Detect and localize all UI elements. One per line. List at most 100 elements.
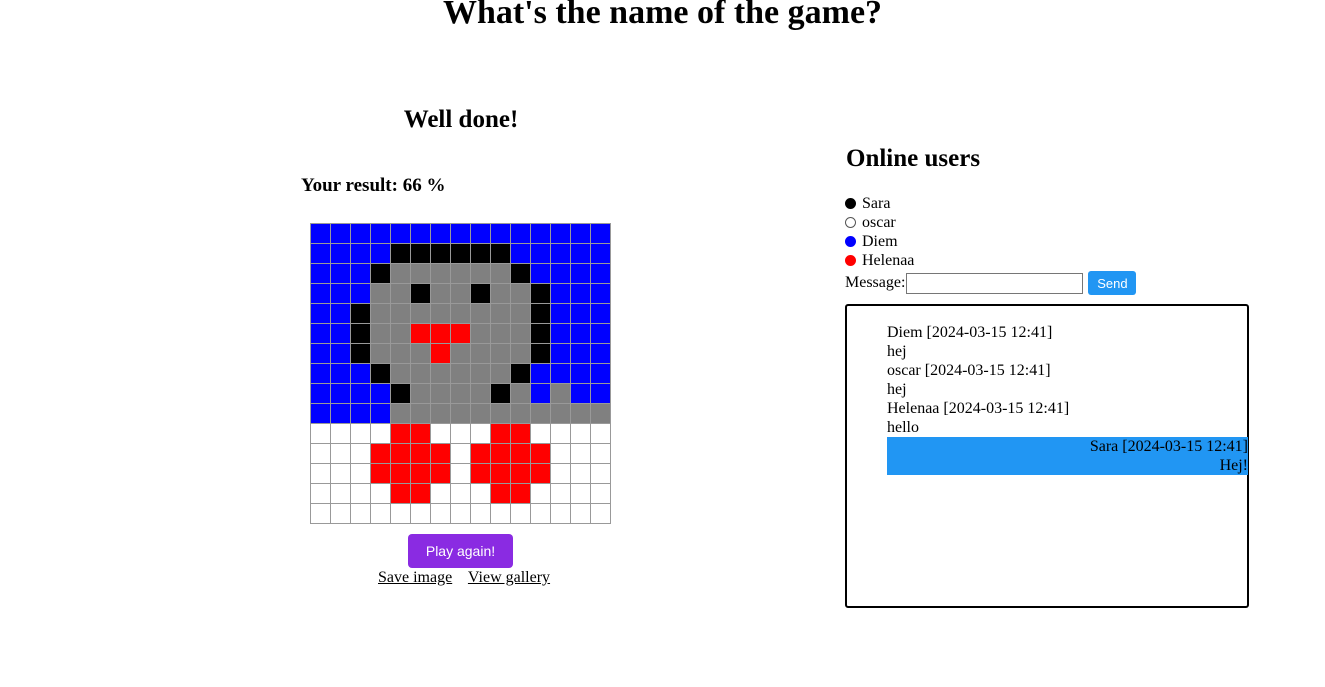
grid-cell[interactable] [591,224,611,244]
message-input[interactable] [906,272,1084,294]
grid-cell[interactable] [351,364,371,384]
grid-cell[interactable] [471,224,491,244]
grid-cell[interactable] [311,304,331,324]
grid-cell[interactable] [571,284,591,304]
grid-cell[interactable] [511,284,531,304]
grid-cell[interactable] [431,384,451,404]
grid-cell[interactable] [391,404,411,424]
grid-cell[interactable] [331,264,351,284]
grid-cell[interactable] [551,244,571,264]
grid-cell[interactable] [451,364,471,384]
grid-cell[interactable] [491,404,511,424]
grid-cell[interactable] [411,484,431,504]
grid-cell[interactable] [451,264,471,284]
grid-cell[interactable] [431,304,451,324]
grid-cell[interactable] [491,264,511,284]
grid-cell[interactable] [511,424,531,444]
grid-cell[interactable] [391,384,411,404]
grid-cell[interactable] [451,384,471,404]
grid-cell[interactable] [331,304,351,324]
grid-cell[interactable] [391,264,411,284]
grid-cell[interactable] [451,224,471,244]
grid-cell[interactable] [431,444,451,464]
grid-cell[interactable] [591,324,611,344]
view-gallery-link[interactable]: View gallery [468,569,550,586]
grid-cell[interactable] [511,264,531,284]
grid-cell[interactable] [311,284,331,304]
grid-cell[interactable] [591,284,611,304]
grid-cell[interactable] [451,324,471,344]
grid-cell[interactable] [371,324,391,344]
grid-cell[interactable] [531,224,551,244]
grid-cell[interactable] [571,504,591,524]
grid-cell[interactable] [411,364,431,384]
grid-cell[interactable] [391,504,411,524]
grid-cell[interactable] [511,344,531,364]
grid-cell[interactable] [471,404,491,424]
grid-cell[interactable] [391,484,411,504]
grid-cell[interactable] [471,264,491,284]
grid-cell[interactable] [591,244,611,264]
grid-cell[interactable] [491,344,511,364]
grid-cell[interactable] [531,364,551,384]
grid-cell[interactable] [491,244,511,264]
grid-cell[interactable] [531,464,551,484]
grid-cell[interactable] [371,484,391,504]
grid-cell[interactable] [551,224,571,244]
grid-cell[interactable] [431,484,451,504]
grid-cell[interactable] [591,464,611,484]
grid-cell[interactable] [371,284,391,304]
grid-cell[interactable] [571,484,591,504]
grid-cell[interactable] [471,384,491,404]
grid-cell[interactable] [311,264,331,284]
grid-cell[interactable] [591,444,611,464]
grid-cell[interactable] [491,304,511,324]
grid-cell[interactable] [451,404,471,424]
grid-cell[interactable] [371,364,391,384]
chat-box[interactable]: Diem [2024-03-15 12:41] hej oscar [2024-0… [845,304,1249,608]
grid-cell[interactable] [511,224,531,244]
grid-cell[interactable] [331,444,351,464]
grid-cell[interactable] [371,264,391,284]
grid-cell[interactable] [531,404,551,424]
grid-cell[interactable] [311,444,331,464]
grid-cell[interactable] [331,244,351,264]
grid-cell[interactable] [431,224,451,244]
grid-cell[interactable] [571,364,591,384]
grid-cell[interactable] [571,384,591,404]
grid-cell[interactable] [511,444,531,464]
grid-cell[interactable] [331,364,351,384]
grid-cell[interactable] [531,284,551,304]
play-again-button[interactable]: Play again! [408,534,513,568]
grid-cell[interactable] [351,424,371,444]
grid-cell[interactable] [511,364,531,384]
grid-cell[interactable] [491,284,511,304]
grid-cell[interactable] [431,464,451,484]
grid-cell[interactable] [471,364,491,384]
grid-cell[interactable] [551,364,571,384]
grid-cell[interactable] [431,504,451,524]
save-image-link[interactable]: Save image [378,569,452,586]
grid-cell[interactable] [331,504,351,524]
grid-cell[interactable] [411,504,431,524]
grid-cell[interactable] [391,364,411,384]
grid-cell[interactable] [571,224,591,244]
grid-cell[interactable] [371,244,391,264]
grid-cell[interactable] [351,384,371,404]
grid-cell[interactable] [331,344,351,364]
grid-cell[interactable] [471,504,491,524]
grid-cell[interactable] [411,284,431,304]
grid-cell[interactable] [431,364,451,384]
grid-cell[interactable] [551,404,571,424]
grid-cell[interactable] [331,424,351,444]
grid-cell[interactable] [351,244,371,264]
grid-cell[interactable] [311,464,331,484]
grid-cell[interactable] [451,304,471,324]
grid-cell[interactable] [511,464,531,484]
grid-cell[interactable] [511,304,531,324]
grid-cell[interactable] [351,264,371,284]
grid-cell[interactable] [591,424,611,444]
grid-cell[interactable] [491,444,511,464]
grid-cell[interactable] [471,244,491,264]
grid-cell[interactable] [371,304,391,324]
